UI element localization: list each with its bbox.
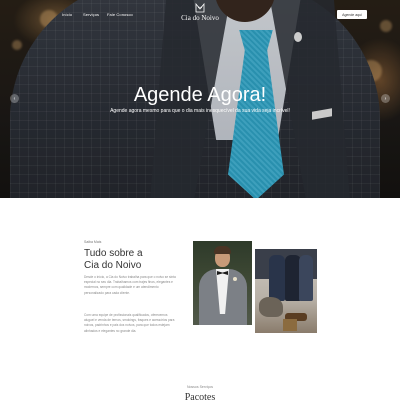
hero-subtitle: Agende agora mesmo para que o dia mais i… <box>110 108 290 114</box>
nav-link-inicio[interactable]: Início <box>62 12 72 17</box>
nav-link-servicos[interactable]: Serviços <box>83 12 99 17</box>
about-eyebrow: Saiba Mais <box>84 240 102 244</box>
about-title: Tudo sobre a Cia do Noivo <box>84 248 184 272</box>
slider-prev-button[interactable]: ‹ <box>10 94 19 103</box>
nav-link-fale-conosco[interactable]: Fale Conosco <box>107 12 133 17</box>
hero-title: Agende Agora! <box>133 84 267 106</box>
schedule-button[interactable]: Agende aqui <box>337 10 367 19</box>
brand-name: Cia do Noivo <box>181 14 219 22</box>
groom-photo <box>193 241 252 325</box>
about-title-line1: Tudo sobre a <box>84 248 143 259</box>
chevron-right-icon: › <box>384 95 387 102</box>
hero-banner: Início Serviços Fale Conosco Cia do Noiv… <box>0 0 400 198</box>
services-title: Pacotes <box>184 392 216 400</box>
about-paragraph: Desde o início, a Cia do Noivo trabalha … <box>84 275 176 295</box>
suits-photo <box>255 249 317 333</box>
top-navigation: Início Serviços Fale Conosco Cia do Noiv… <box>0 0 400 30</box>
brand-logo[interactable]: Cia do Noivo <box>176 3 224 22</box>
about-title-line2: Cia do Noivo <box>84 260 142 271</box>
bow-tie-suit-icon <box>195 3 205 13</box>
chevron-left-icon: ‹ <box>13 95 16 102</box>
services-eyebrow: Nossos Serviços <box>186 385 214 389</box>
about-paragraph: Com uma equipe de profissionais qualific… <box>84 313 175 333</box>
slider-next-button[interactable]: › <box>381 94 390 103</box>
